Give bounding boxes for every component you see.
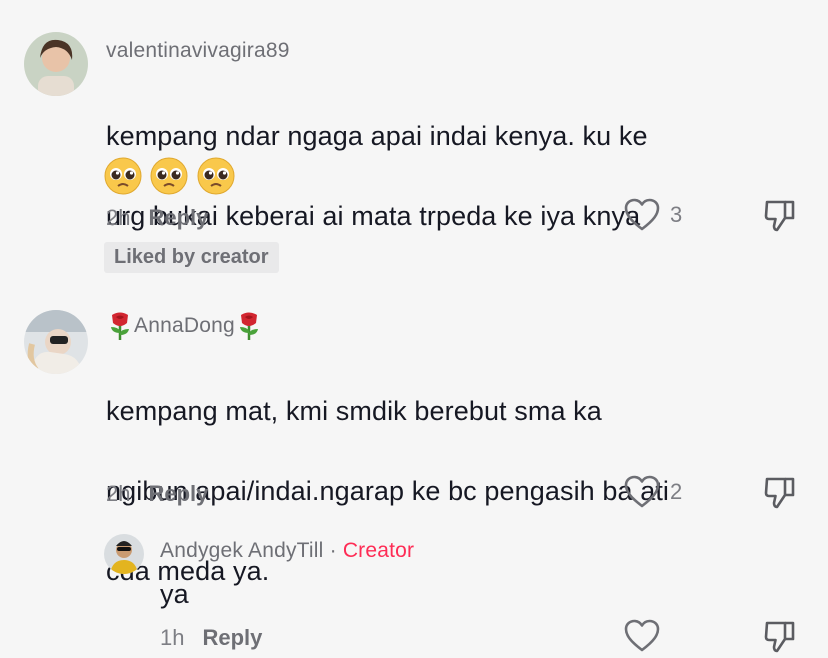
liked-by-creator-badge: Liked by creator bbox=[104, 242, 279, 273]
reply-button[interactable]: Reply bbox=[148, 205, 208, 230]
creator-tag: Creator bbox=[342, 539, 415, 562]
reply-text: ya bbox=[160, 579, 189, 609]
reply-username[interactable]: Andygek AndyTill · Creator bbox=[160, 539, 414, 563]
reply-meta: 1h Reply bbox=[160, 625, 262, 651]
avatar[interactable] bbox=[24, 310, 88, 374]
pleading-face-emoji bbox=[104, 157, 142, 195]
pleading-face-emoji bbox=[150, 157, 188, 195]
heart-icon bbox=[624, 475, 660, 508]
like-button[interactable]: 2 bbox=[624, 475, 682, 509]
like-button[interactable]: 3 bbox=[624, 198, 682, 232]
emoji-row bbox=[104, 157, 239, 195]
dislike-icon[interactable] bbox=[763, 475, 797, 511]
avatar[interactable] bbox=[24, 32, 88, 96]
pleading-face-emoji bbox=[197, 157, 235, 195]
reply-button[interactable]: Reply bbox=[148, 481, 208, 506]
separator: · bbox=[329, 539, 337, 562]
comment-username[interactable]: AnnaDong bbox=[106, 311, 263, 341]
heart-icon bbox=[624, 198, 660, 231]
comment-text-line: kempang mat, kmi smdik berebut sma ka bbox=[106, 396, 602, 426]
dislike-icon[interactable] bbox=[763, 619, 797, 655]
username-text[interactable]: AnnaDong bbox=[134, 314, 235, 338]
rose-icon bbox=[239, 312, 258, 340]
comment-time: 2h bbox=[106, 481, 131, 506]
reply-time: 1h bbox=[160, 625, 185, 650]
avatar[interactable] bbox=[104, 534, 144, 574]
comment-time: 2h bbox=[106, 205, 131, 230]
comment-meta: 2h Reply bbox=[106, 481, 208, 507]
like-count: 2 bbox=[670, 479, 683, 504]
username-text[interactable]: Andygek AndyTill bbox=[160, 539, 324, 562]
dislike-icon[interactable] bbox=[763, 198, 797, 234]
comment-text-line: kempang ndar ngaga apai indai kenya. ku … bbox=[106, 121, 648, 151]
reply-button[interactable]: Reply bbox=[202, 625, 262, 650]
heart-icon bbox=[624, 619, 660, 652]
like-count: 3 bbox=[670, 202, 683, 227]
comment-meta: 2h Reply bbox=[106, 205, 208, 231]
rose-icon bbox=[111, 312, 129, 340]
like-button[interactable] bbox=[624, 619, 660, 653]
comment-username[interactable]: valentinavivagira89 bbox=[106, 39, 290, 63]
